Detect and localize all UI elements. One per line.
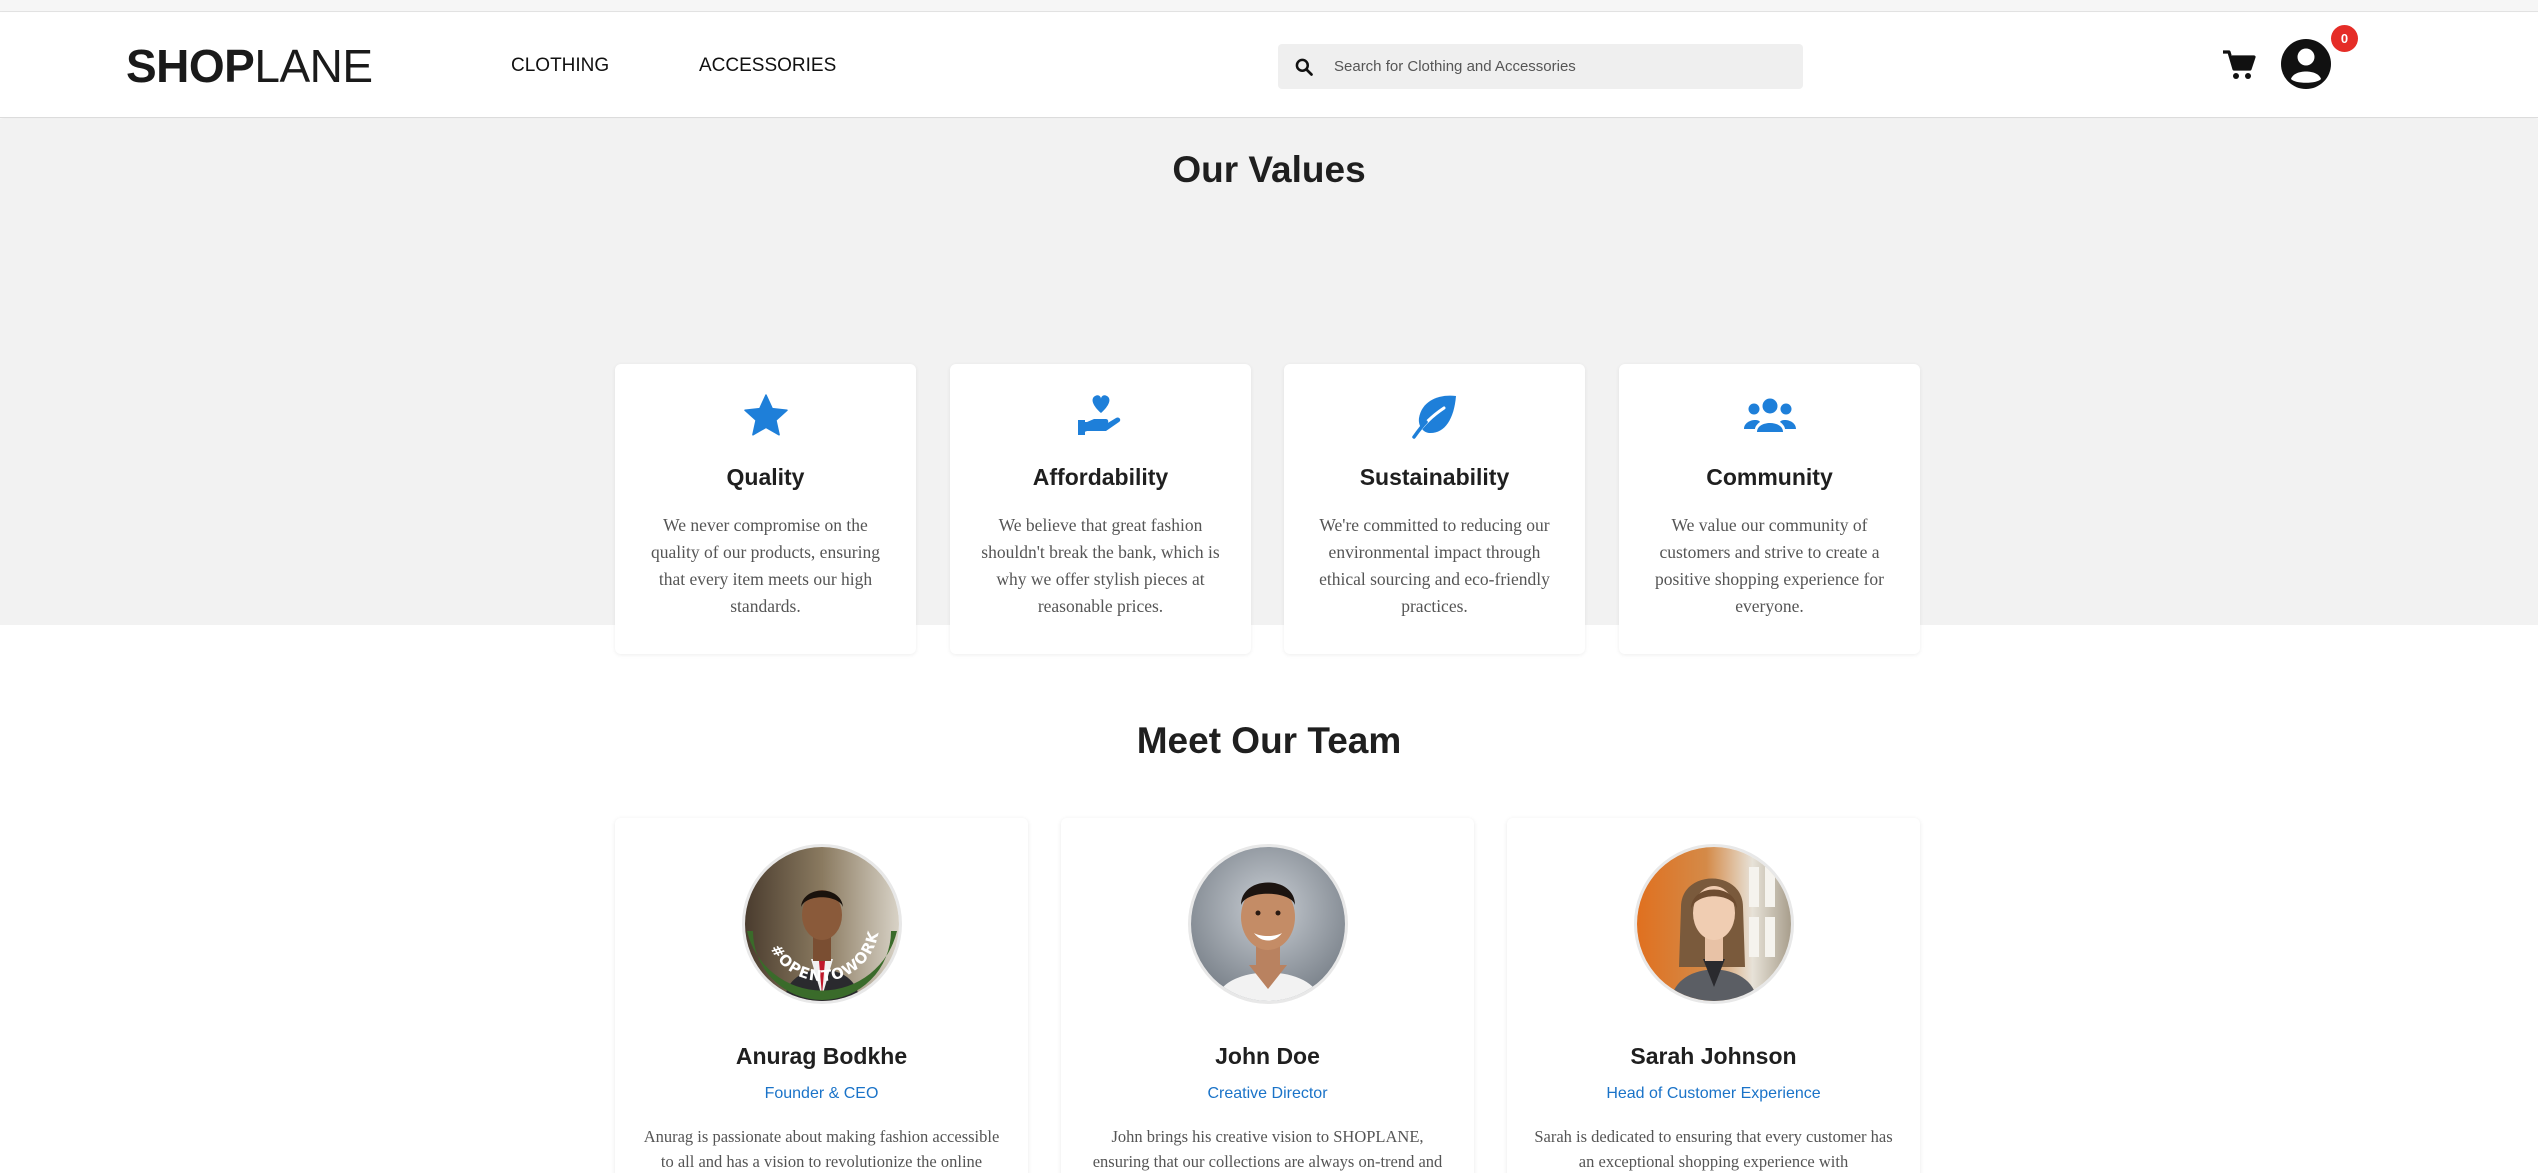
user-circle-icon[interactable] (2280, 38, 2332, 90)
value-desc: We believe that great fashion shouldn't … (981, 515, 1220, 616)
team-photo-anurag: #OPENTOWORK (741, 844, 902, 1004)
value-title: Community (1706, 464, 1833, 490)
logo-light: LANE (254, 40, 373, 92)
logo[interactable]: SHOPLANE (126, 39, 373, 93)
top-border (0, 0, 2538, 12)
team-desc: John brings his creative vision to SHOPL… (1092, 1127, 1443, 1171)
cart-count-badge: 0 (2331, 25, 2358, 52)
value-desc: We're committed to reducing our environm… (1319, 515, 1550, 616)
hand-holding-heart-icon (950, 392, 1251, 440)
team-name: Anurag Bodkhe (735, 1043, 908, 1069)
nav-accessories[interactable]: ACCESSORIES (699, 55, 836, 77)
values-section: Our Values Quality We never compromise o… (0, 119, 2538, 654)
team-card-john: John Doe Creative Director John brings h… (1061, 818, 1474, 1173)
cart-icon[interactable] (2222, 49, 2256, 81)
value-card-affordability: Affordability We believe that great fash… (950, 364, 1251, 654)
values-title: Our Values (1172, 149, 1366, 190)
team-card-anurag: #OPENTOWORK Anurag Bodkhe Founder & CEO … (615, 818, 1028, 1173)
nav-clothing[interactable]: CLOTHING (511, 55, 609, 77)
site-header: SHOPLANE CLOTHING ACCESSORIES 0 (0, 13, 2538, 118)
team-role: Founder & CEO (764, 1085, 879, 1102)
value-card-quality: Quality We never compromise on the quali… (615, 364, 916, 654)
team-photo-sarah (1633, 844, 1794, 1004)
value-title: Quality (726, 464, 805, 490)
team-photo-john (1187, 844, 1348, 1004)
value-desc: We value our community of customers and … (1655, 515, 1884, 616)
star-icon (615, 392, 916, 440)
value-title: Affordability (1032, 464, 1169, 490)
value-card-community: Community We value our community of cust… (1619, 364, 1920, 654)
search-bar[interactable] (1278, 44, 1803, 89)
team-role: Creative Director (1207, 1085, 1328, 1102)
team-card-sarah: Sarah Johnson Head of Customer Experienc… (1507, 818, 1920, 1173)
team-desc: Anurag is passionate about making fashio… (643, 1127, 1000, 1171)
logo-bold: SHOP (126, 40, 255, 92)
team-desc: Sarah is dedicated to ensuring that ever… (1534, 1127, 1893, 1171)
value-title: Sustainability (1359, 464, 1510, 490)
leaf-icon (1284, 392, 1585, 440)
value-desc: We never compromise on the quality of ou… (651, 515, 880, 616)
team-name: John Doe (1215, 1043, 1320, 1069)
team-role: Head of Customer Experience (1606, 1085, 1821, 1102)
search-icon (1295, 58, 1313, 76)
search-input[interactable] (1334, 44, 1784, 89)
team-title: Meet Our Team (1136, 720, 1402, 761)
users-icon (1619, 392, 1920, 440)
page: SHOPLANE CLOTHING ACCESSORIES 0 Our Valu… (0, 0, 2538, 1173)
team-name: Sarah Johnson (1630, 1043, 1797, 1069)
value-card-sustainability: Sustainability We're committed to reduci… (1284, 364, 1585, 654)
